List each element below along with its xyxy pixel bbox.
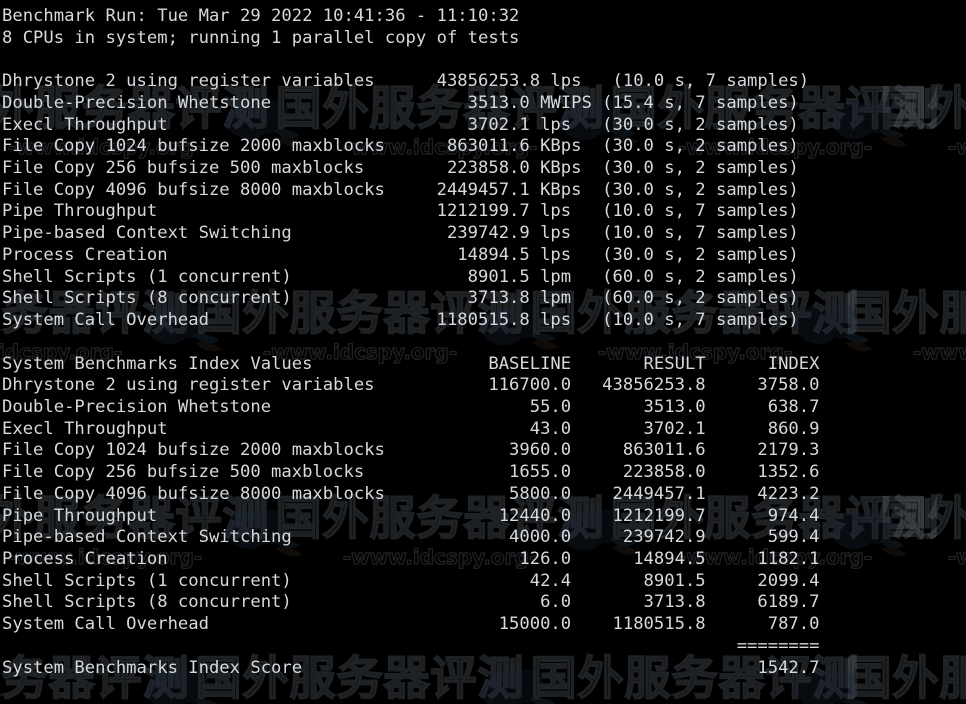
terminal-text-output: Benchmark Run: Tue Mar 29 2022 10:41:36 …	[0, 0, 966, 679]
index-table-row: File Copy 256 bufsize 500 maxblocks 1655…	[2, 462, 820, 483]
raw-result-row: Double-Precision Whetstone 3513.0 MWIPS …	[2, 92, 799, 113]
index-table-header: System Benchmarks Index Values BASELINE …	[2, 353, 820, 374]
index-table-row: Execl Throughput 43.0 3702.1 860.9	[2, 418, 820, 439]
raw-result-row: Execl Throughput 3702.1 lps (30.0 s, 2 s…	[2, 114, 799, 135]
index-table-row: System Call Overhead 15000.0 1180515.8 7…	[2, 614, 820, 635]
raw-result-row: Dhrystone 2 using register variables 438…	[2, 71, 810, 92]
raw-result-row: Pipe Throughput 1212199.7 lps (10.0 s, 7…	[2, 201, 799, 222]
index-table-row: Pipe-based Context Switching 4000.0 2397…	[2, 527, 820, 548]
raw-result-row: Shell Scripts (8 concurrent) 3713.8 lpm …	[2, 288, 799, 309]
index-table-row: Shell Scripts (8 concurrent) 6.0 3713.8 …	[2, 592, 820, 613]
index-table-row: Pipe Throughput 12440.0 1212199.7 974.4	[2, 505, 820, 526]
raw-result-row: Process Creation 14894.5 lps (30.0 s, 2 …	[2, 244, 799, 265]
raw-result-row: File Copy 1024 bufsize 2000 maxblocks 86…	[2, 136, 799, 157]
index-score-line: System Benchmarks Index Score 1542.7	[2, 657, 820, 678]
cpu-info-line: 8 CPUs in system; running 1 parallel cop…	[2, 27, 520, 48]
raw-result-row: Shell Scripts (1 concurrent) 8901.5 lpm …	[2, 266, 799, 287]
raw-result-row: File Copy 4096 bufsize 8000 maxblocks 24…	[2, 179, 799, 200]
index-table-row: Shell Scripts (1 concurrent) 42.4 8901.5…	[2, 570, 820, 591]
benchmark-run-line: Benchmark Run: Tue Mar 29 2022 10:41:36 …	[2, 6, 520, 26]
index-table-row: File Copy 4096 bufsize 8000 maxblocks 58…	[2, 483, 820, 504]
index-table-row: Process Creation 126.0 14894.5 1182.1	[2, 548, 820, 569]
terminal-window: 国外服务器评测-www.idcspy.org-国外服务器评测-www.idcsp…	[0, 0, 966, 704]
raw-result-row: File Copy 256 bufsize 500 maxblocks 2238…	[2, 158, 799, 179]
index-table-row: Dhrystone 2 using register variables 116…	[2, 375, 820, 396]
index-table-row: File Copy 1024 bufsize 2000 maxblocks 39…	[2, 440, 820, 461]
raw-result-row: Pipe-based Context Switching 239742.9 lp…	[2, 223, 799, 244]
raw-result-row: System Call Overhead 1180515.8 lps (10.0…	[2, 310, 799, 331]
index-score-separator: ========	[2, 635, 820, 656]
index-table-row: Double-Precision Whetstone 55.0 3513.0 6…	[2, 396, 820, 417]
